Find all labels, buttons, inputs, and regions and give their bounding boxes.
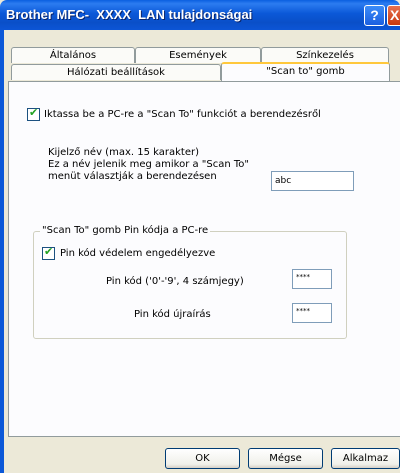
tab-altalanos[interactable]: Általános: [11, 47, 135, 63]
pin-group-title: "Scan To" gomb Pin kódja a PC-re: [40, 225, 211, 236]
pin-enable-label: Pin kód védelem engedélyezve: [60, 248, 216, 259]
pin-retype-label: Pin kód újraírás: [134, 309, 211, 320]
tab-halozati-beallitasok[interactable]: Hálózati beállítások: [11, 64, 221, 80]
pin-code-field[interactable]: ****: [292, 269, 332, 289]
pin-enable-checkbox[interactable]: [42, 245, 55, 260]
window-title: Brother MFC- XXXX LAN tulajdonságai: [6, 7, 253, 22]
tab-szinkezeles[interactable]: Színkezelés: [261, 47, 389, 63]
title-bar: Brother MFC- XXXX LAN tulajdonságai ? X: [0, 0, 400, 30]
enable-scan-to-label: Iktassa be a PC-re a "Scan To" funkciót …: [44, 109, 321, 120]
window-frame: [0, 30, 4, 473]
enable-scan-to-checkbox[interactable]: [27, 106, 40, 121]
display-name-description: Kijelző név (max. 15 karakter) Ez a név …: [48, 147, 250, 182]
help-button[interactable]: ?: [364, 5, 385, 26]
tab-esemenyek[interactable]: Események: [135, 47, 261, 63]
tab-scan-to-gomb[interactable]: "Scan to" gomb: [221, 62, 390, 81]
apply-button[interactable]: Alkalmaz: [331, 448, 400, 469]
close-button[interactable]: X: [387, 5, 400, 26]
pin-code-label: Pin kód ('0'-'9', 4 számjegy): [106, 276, 244, 287]
display-name-field[interactable]: abc: [271, 171, 354, 191]
cancel-button[interactable]: Mégse: [248, 448, 323, 469]
pin-retype-field[interactable]: ****: [292, 303, 332, 323]
ok-button[interactable]: OK: [165, 448, 240, 469]
